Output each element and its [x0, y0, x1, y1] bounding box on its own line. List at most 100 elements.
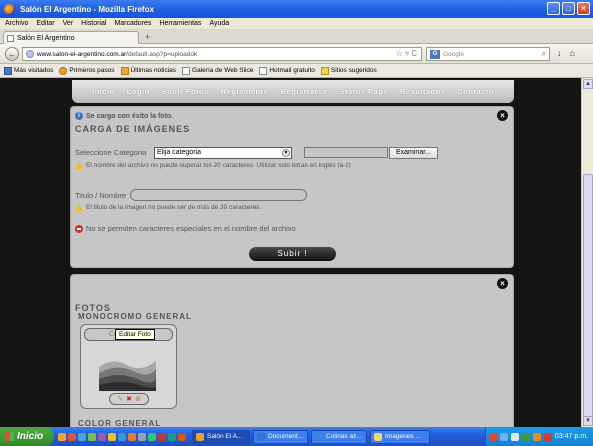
task-label: Imágenes ... — [385, 433, 421, 440]
close-photos-panel-button[interactable]: × — [497, 278, 508, 289]
info-icon: i — [75, 112, 83, 120]
delete-icon[interactable]: ✖ — [126, 395, 132, 403]
menu-herramientas[interactable]: Herramientas — [159, 20, 201, 27]
download-icon[interactable]: ↓ — [557, 48, 562, 58]
menu-editar[interactable]: Editar — [36, 20, 54, 27]
url-domain: www.salon-el-argentino.com.ar — [37, 50, 127, 58]
no-entry-icon — [75, 224, 83, 233]
category-label: Seleccione Categoria — [75, 148, 147, 157]
task-document[interactable]: Document... — [253, 429, 308, 444]
menu-ver[interactable]: Ver — [63, 20, 74, 27]
menu-historial[interactable]: Historial — [81, 20, 106, 27]
quick-launch-icon[interactable] — [78, 432, 86, 441]
quick-launch — [58, 432, 186, 441]
task-imagenes[interactable]: Imágenes ... — [370, 429, 430, 444]
site-nav-login[interactable]: Login — [127, 87, 150, 96]
scroll-up-button[interactable]: ▲ — [583, 79, 593, 89]
home-icon[interactable]: ⌂ — [570, 48, 575, 58]
bookmark-primeros-pasos[interactable]: Primeros pasos — [59, 66, 115, 75]
site-identity-icon[interactable] — [26, 50, 34, 58]
quick-launch-icon[interactable] — [88, 432, 96, 441]
title-warning: El titulo de la imagen no puede ser de m… — [75, 204, 261, 211]
bookmark-mas-visitados[interactable]: Más visitados — [4, 66, 54, 75]
quick-launch-icon[interactable] — [118, 432, 126, 441]
back-button[interactable]: ← — [5, 47, 19, 61]
task-label: Document... — [268, 433, 304, 440]
search-placeholder: Google — [443, 50, 464, 58]
special-chars-error: No se permiten caracteres especiales en … — [75, 224, 296, 233]
quick-launch-icon[interactable] — [128, 432, 136, 441]
success-text: Se cargo con éxito la foto. — [86, 112, 174, 120]
scroll-thumb[interactable] — [583, 174, 593, 422]
title-input[interactable] — [130, 189, 307, 201]
tray-icon-6[interactable] — [543, 432, 552, 441]
section-color-general: COLOR GENERAL — [78, 419, 162, 427]
submit-button[interactable]: Subir ! — [249, 247, 336, 261]
menu-archivo[interactable]: Archivo — [5, 20, 28, 27]
task-label: Colinas az... — [326, 433, 362, 440]
site-nav-registrarse[interactable]: Registrarse — [281, 87, 328, 96]
site-nav-subir-fotos[interactable]: Subir Fotos — [162, 87, 209, 96]
tray-icon-4[interactable] — [521, 432, 530, 441]
word-task-icon — [257, 432, 265, 441]
tray-icon-3[interactable] — [510, 432, 519, 441]
nav-right-icons: ↓ ⌂ — [557, 48, 575, 58]
new-tab-button[interactable]: + — [145, 32, 150, 42]
quick-launch-icon[interactable] — [168, 432, 176, 441]
edit-pencil-icon[interactable]: ✎ — [117, 395, 123, 403]
quick-launch-icon[interactable] — [148, 432, 156, 441]
search-icon[interactable]: ⌕ — [542, 49, 546, 59]
browse-button[interactable]: Examinar... — [389, 147, 438, 159]
category-select[interactable]: Elija categoria ▼ — [154, 147, 292, 159]
window-title: Salón El Argentino - Mozilla Firefox — [20, 4, 154, 14]
bookmark-label: Más visitados — [14, 67, 54, 74]
quick-launch-icon[interactable] — [178, 432, 186, 441]
chevron-down-icon: ▼ — [282, 149, 290, 157]
task-salon[interactable]: Salón El A... — [192, 429, 250, 444]
site-nav-contacto[interactable]: Contacto — [457, 87, 494, 96]
clock: 03:47 p.m. — [554, 433, 588, 440]
site-nav-reglamento[interactable]: Reglamento — [221, 87, 269, 96]
vertical-scrollbar[interactable]: ▲ ▼ — [581, 78, 593, 427]
block-icon[interactable]: ⊘ — [135, 395, 141, 403]
url-bar[interactable]: www.salon-el-argentino.com.ar /default.a… — [22, 47, 422, 61]
tray-icon-5[interactable] — [532, 432, 541, 441]
tray-icon-2[interactable] — [499, 432, 508, 441]
quick-launch-icon[interactable] — [158, 432, 166, 441]
bookmark-hotmail[interactable]: Hotmail gratuito — [259, 66, 315, 75]
filename-warning: El nombre del archivo no puede superar l… — [75, 162, 351, 169]
upload-panel: × i Se cargo con éxito la foto. CARGA DE… — [70, 106, 514, 268]
site-nav-status-page[interactable]: Status Page — [340, 87, 388, 96]
bookmark-ultimas-noticias[interactable]: Últimas noticias — [120, 66, 176, 75]
quick-launch-icon[interactable] — [58, 432, 66, 441]
menu-ayuda[interactable]: Ayuda — [209, 20, 229, 27]
windows-logo-icon — [5, 432, 14, 441]
photo-thumbnail[interactable] — [99, 349, 156, 391]
quick-launch-icon[interactable] — [138, 432, 146, 441]
minimize-button[interactable]: _ — [547, 2, 560, 15]
bookmark-sitios-sugeridos[interactable]: Sitios sugeridos — [320, 66, 377, 75]
bookmark-galeria-web-slice[interactable]: Galería de Web Slice — [182, 66, 253, 75]
url-bar-icons[interactable]: ☆ ▿ C — [396, 49, 417, 58]
search-bar[interactable]: G Google ⌕ — [426, 47, 550, 61]
menu-marcadores[interactable]: Marcadores — [114, 20, 151, 27]
tray-icon-1[interactable] — [488, 432, 497, 441]
quick-launch-icon[interactable] — [68, 432, 76, 441]
google-engine-icon[interactable]: G — [430, 49, 440, 59]
close-upload-panel-button[interactable]: × — [497, 110, 508, 121]
site-nav-inicio[interactable]: Inicio — [92, 87, 115, 96]
title-label: Titulo / Nombre — [75, 191, 126, 200]
task-label: Salón El A... — [207, 433, 243, 440]
task-colinas[interactable]: Colinas az... — [311, 429, 367, 444]
quick-launch-icon[interactable] — [98, 432, 106, 441]
image-editor-task-icon — [315, 432, 323, 441]
start-label: Inicio — [17, 431, 44, 442]
file-path-input[interactable] — [304, 147, 388, 158]
start-button[interactable]: Inicio — [0, 427, 54, 446]
maximize-button[interactable]: □ — [562, 2, 575, 15]
site-nav-resultados[interactable]: Resultados — [400, 87, 445, 96]
close-window-button[interactable]: × — [577, 2, 590, 15]
scroll-down-button[interactable]: ▼ — [583, 416, 593, 426]
tab-salon[interactable]: Salón El Argentino — [3, 31, 139, 44]
quick-launch-icon[interactable] — [108, 432, 116, 441]
